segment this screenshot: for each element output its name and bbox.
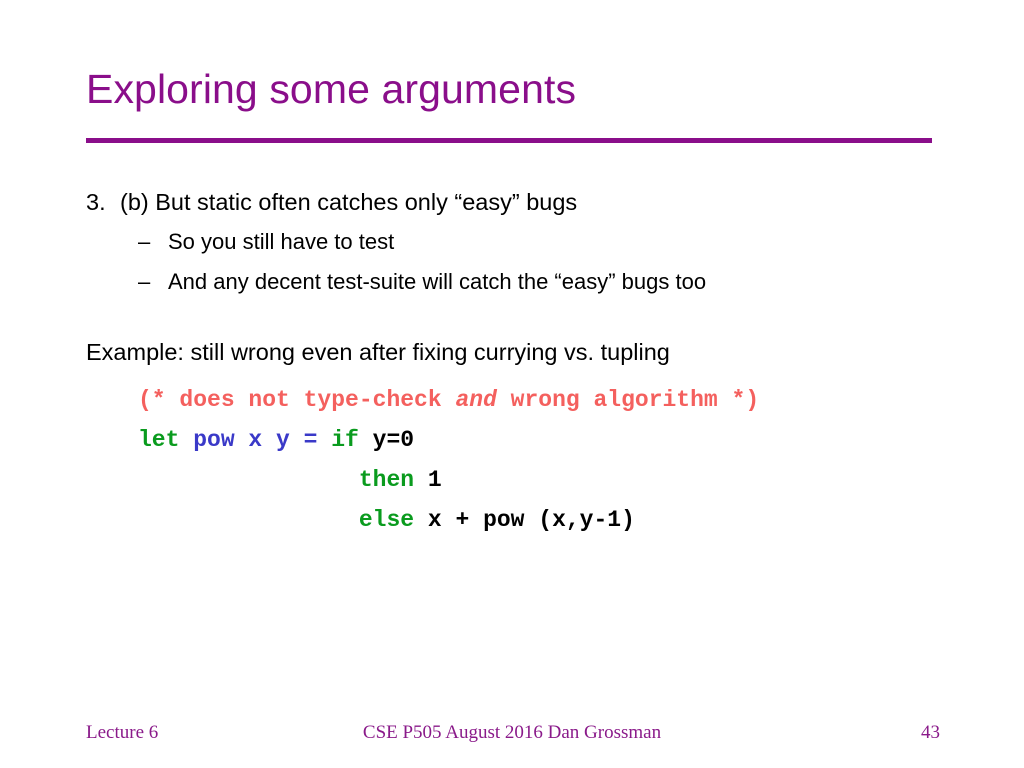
bullet-item-3: 3. (b) But static often catches only “ea… xyxy=(86,186,966,218)
slide-body: 3. (b) But static often catches only “ea… xyxy=(86,186,966,540)
title-underline-rule xyxy=(86,138,932,143)
sub-bullet-text-1: So you still have to test xyxy=(168,229,395,254)
code-comment-post: wrong algorithm *) xyxy=(496,387,760,413)
sub-bullet-2: – And any decent test-suite will catch t… xyxy=(86,266,966,298)
slide: Exploring some arguments 3. (b) But stat… xyxy=(0,0,1024,768)
sub-bullet-1: – So you still have to test xyxy=(86,226,966,258)
sub-bullet-marker-2: – xyxy=(138,269,151,294)
sub-bullet-text-2: And any decent test-suite will catch the… xyxy=(168,269,707,294)
code-comment-line: (* does not type-check and wrong algorit… xyxy=(86,380,966,420)
code-line-let: let pow x y = if y=0 xyxy=(86,420,966,460)
bullet-marker-3: 3. xyxy=(86,189,106,215)
code-comment-emphasis: and xyxy=(455,387,497,413)
keyword-else: else xyxy=(358,507,428,533)
code-comment-pre: (* does not type-check xyxy=(138,387,456,413)
code-indent-then xyxy=(138,467,359,493)
footer-course-label: CSE P505 August 2016 Dan Grossman xyxy=(362,722,662,743)
keyword-let: let xyxy=(138,427,194,453)
page-title: Exploring some arguments xyxy=(86,66,577,112)
slide-footer: Lecture 6 CSE P505 August 2016 Dan Gross… xyxy=(0,722,1024,754)
keyword-if: if xyxy=(331,427,373,453)
keyword-then: then xyxy=(358,467,428,493)
example-line: Example: still wrong even after fixing c… xyxy=(86,339,670,365)
code-line-then: then 1 xyxy=(86,460,966,500)
vertical-spacer xyxy=(86,298,966,336)
code-expr-else: x + pow (x,y-1) xyxy=(427,507,635,533)
code-indent-else xyxy=(138,507,359,533)
function-signature-pow: pow x y = xyxy=(193,427,332,453)
sub-bullet-marker-1: – xyxy=(138,229,151,254)
code-expr-then: 1 xyxy=(427,467,442,493)
code-line-else: else x + pow (x,y-1) xyxy=(86,500,966,540)
code-expr-condition: y=0 xyxy=(372,427,415,453)
footer-page-number: 43 xyxy=(921,722,940,743)
bullet-text-3: (b) But static often catches only “easy”… xyxy=(120,189,578,215)
